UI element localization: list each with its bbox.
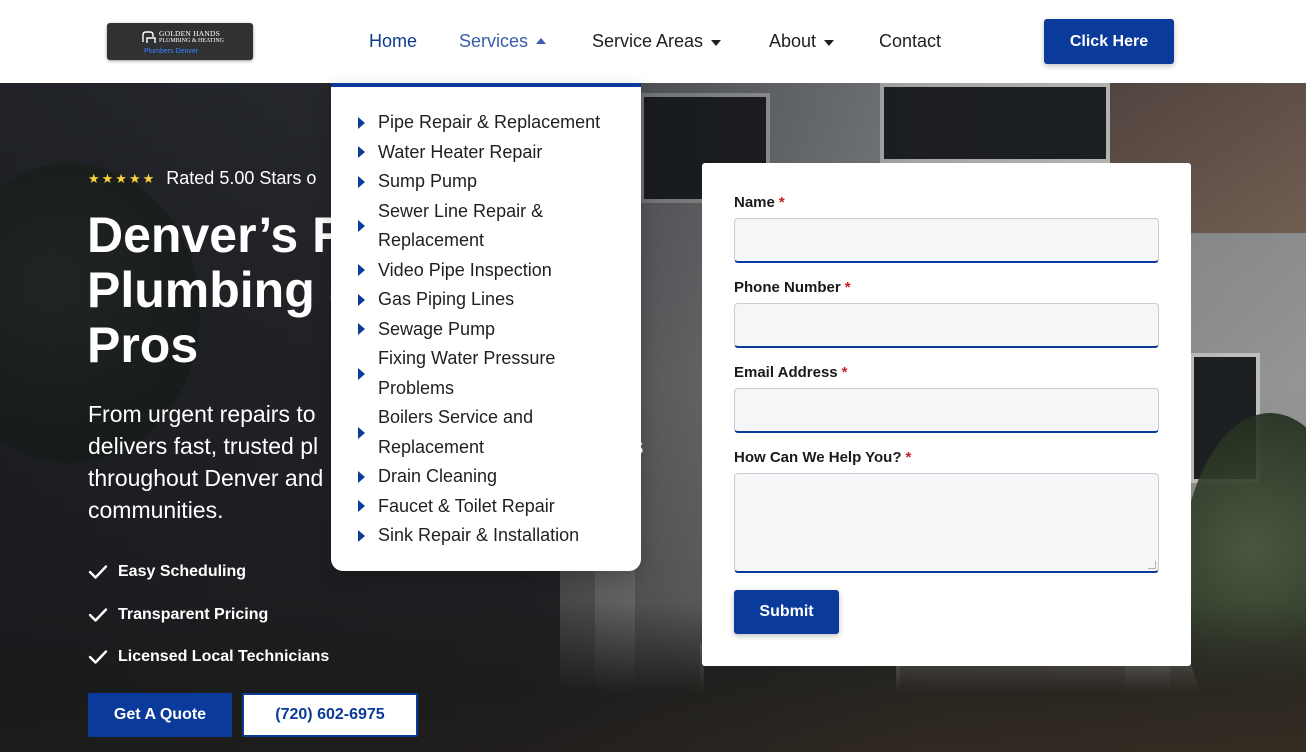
rating: ★★★★★ Rated 5.00 Stars o <box>88 168 316 189</box>
menu-item-water-heater[interactable]: Water Heater Repair <box>358 138 628 168</box>
check-icon <box>88 650 108 664</box>
feature-item: Transparent Pricing <box>88 594 329 637</box>
menu-item-label: Video Pipe Inspection <box>378 259 552 280</box>
phone-label-text: Phone Number <box>734 279 841 296</box>
menu-item-label: Fixing Water Pressure Problems <box>378 348 556 398</box>
caret-right-icon <box>358 529 365 542</box>
menu-item-label: Gas Piping Lines <box>378 289 515 309</box>
help-textarea[interactable] <box>734 473 1159 573</box>
logo-title: GOLDEN HANDS <box>159 29 220 38</box>
services-dropdown: Pipe Repair & Replacement Water Heater R… <box>331 83 641 571</box>
nav-about[interactable]: About <box>769 31 835 52</box>
submit-button[interactable]: Submit <box>734 590 839 634</box>
star-rating-icon: ★★★★★ <box>88 170 157 186</box>
hero-section: ★★★★★ Rated 5.00 Stars o Denver’s R Plum… <box>0 83 1306 752</box>
nav-service-areas[interactable]: Service Areas <box>592 31 722 52</box>
services-menu: Pipe Repair & Replacement Water Heater R… <box>358 108 628 551</box>
menu-item-sump-pump[interactable]: Sump Pump <box>358 167 628 197</box>
menu-item-sink-repair[interactable]: Sink Repair & Installation <box>358 521 628 551</box>
caret-right-icon <box>358 426 365 439</box>
menu-item-label: Sink Repair & Installation <box>378 525 580 545</box>
caret-up-icon <box>536 37 547 44</box>
menu-item-label: Faucet & Toilet Repair <box>378 495 555 516</box>
menu-item-boilers[interactable]: Boilers Service and Replacement <box>358 403 628 462</box>
menu-item-label: Sewer Line Repair & Replacement <box>378 200 544 251</box>
menu-item-water-pressure[interactable]: Fixing Water Pressure Problems <box>358 344 628 403</box>
nav-services[interactable]: Services <box>459 31 547 52</box>
menu-item-label: Boilers Service and Replacement <box>378 407 534 457</box>
name-label: Name * <box>734 194 785 211</box>
caret-right-icon <box>358 367 365 380</box>
logo-tagline: Plumbers Denver <box>144 48 199 55</box>
logo[interactable]: GOLDEN HANDS PLUMBING & HEATING Plumbers… <box>107 23 253 60</box>
nav-services-label: Services <box>459 31 529 51</box>
menu-item-sewage-pump[interactable]: Sewage Pump <box>358 315 628 345</box>
resize-handle-icon[interactable] <box>1148 561 1156 569</box>
feature-list: Easy Scheduling Transparent Pricing Lice… <box>88 551 329 679</box>
caret-right-icon <box>358 293 365 306</box>
nav-home-label: Home <box>369 31 418 51</box>
menu-item-pipe-repair[interactable]: Pipe Repair & Replacement <box>358 108 628 138</box>
menu-item-faucet-toilet[interactable]: Faucet & Toilet Repair <box>358 492 628 522</box>
nav-about-label: About <box>769 31 817 51</box>
phone-field[interactable] <box>734 303 1159 348</box>
logo-subtitle: PLUMBING & HEATING <box>159 38 224 44</box>
caret-right-icon <box>358 220 365 232</box>
caret-right-icon <box>358 116 365 129</box>
click-here-button[interactable]: Click Here <box>1044 19 1174 64</box>
menu-item-video-inspection[interactable]: Video Pipe Inspection <box>358 256 628 286</box>
menu-item-gas-piping[interactable]: Gas Piping Lines <box>358 285 628 315</box>
feature-item: Licensed Local Technicians <box>88 636 329 679</box>
rating-text: Rated 5.00 Stars o <box>166 168 317 188</box>
help-label-text: How Can We Help You? <box>734 449 902 466</box>
email-field[interactable] <box>734 388 1159 433</box>
check-icon <box>88 608 108 622</box>
contact-form: Name * Phone Number * Email Address * How C… <box>702 163 1191 666</box>
caret-right-icon <box>358 323 365 336</box>
feature-item: Easy Scheduling <box>88 551 329 594</box>
menu-item-label: Pipe Repair & Replacement <box>378 112 601 132</box>
caret-right-icon <box>358 500 365 513</box>
menu-item-label: Water Heater Repair <box>378 141 543 162</box>
menu-item-label: Sump Pump <box>378 171 478 191</box>
check-icon <box>88 565 108 579</box>
help-label: How Can We Help You? * <box>734 449 911 466</box>
logo-mark-icon <box>142 31 156 43</box>
feature-label: Licensed Local Technicians <box>118 648 330 666</box>
required-mark: * <box>841 364 848 381</box>
caret-right-icon <box>358 175 365 188</box>
nav-service-areas-label: Service Areas <box>592 31 704 51</box>
nav-home[interactable]: Home <box>369 31 417 52</box>
caret-down-icon <box>824 39 835 46</box>
caret-right-icon <box>358 470 365 483</box>
get-a-quote-button[interactable]: Get A Quote <box>88 693 232 737</box>
email-label-text: Email Address <box>734 364 838 381</box>
menu-item-sewer-line[interactable]: Sewer Line Repair & Replacement <box>358 197 628 256</box>
phone-button[interactable]: (720) 602-6975 <box>242 693 418 737</box>
email-label: Email Address * <box>734 364 848 381</box>
feature-label: Easy Scheduling <box>118 563 247 581</box>
nav-contact-label: Contact <box>879 31 942 51</box>
menu-item-drain-cleaning[interactable]: Drain Cleaning <box>358 462 628 492</box>
menu-item-label: Drain Cleaning <box>378 466 498 486</box>
caret-right-icon <box>358 264 365 277</box>
nav-contact[interactable]: Contact <box>879 31 941 52</box>
hero-subtitle-text: delivers fast, trusted pl <box>88 433 319 459</box>
phone-label: Phone Number * <box>734 279 851 296</box>
name-label-text: Name <box>734 194 775 211</box>
site-header: GOLDEN HANDS PLUMBING & HEATING Plumbers… <box>0 0 1306 83</box>
required-mark: * <box>778 194 785 211</box>
name-field[interactable] <box>734 218 1159 263</box>
required-mark: * <box>844 279 851 296</box>
caret-down-icon <box>711 39 722 46</box>
feature-label: Transparent Pricing <box>118 605 269 623</box>
caret-right-icon <box>358 146 365 159</box>
menu-item-label: Sewage Pump <box>378 318 496 339</box>
required-mark: * <box>905 449 912 466</box>
